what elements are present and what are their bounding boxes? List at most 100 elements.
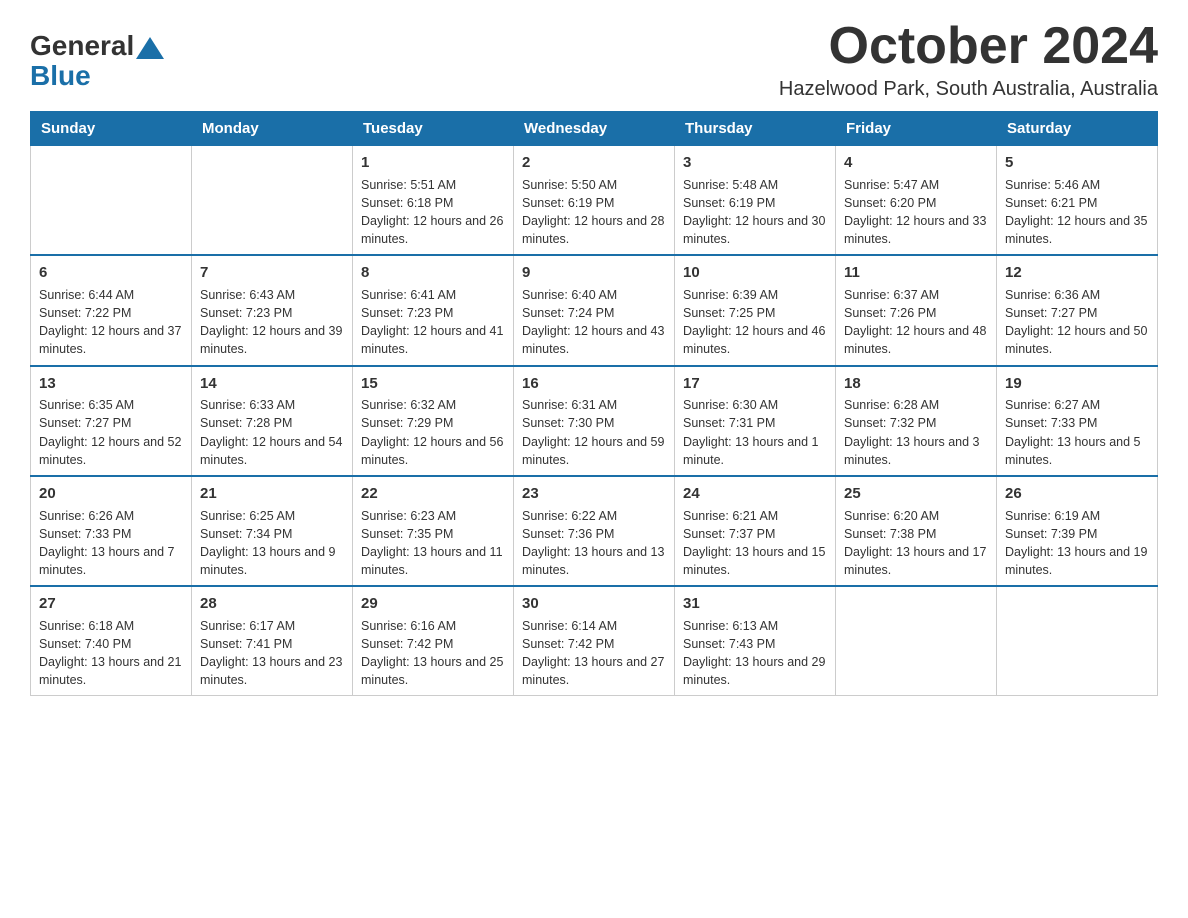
daylight-text: Daylight: 12 hours and 43 minutes. <box>522 324 664 356</box>
calendar-cell: 3Sunrise: 5:48 AMSunset: 6:19 PMDaylight… <box>675 146 836 256</box>
daylight-text: Daylight: 13 hours and 9 minutes. <box>200 545 336 577</box>
day-number: 23 <box>522 483 666 505</box>
sunset-text: Sunset: 7:33 PM <box>39 527 131 541</box>
calendar-cell: 10Sunrise: 6:39 AMSunset: 7:25 PMDayligh… <box>675 255 836 365</box>
day-number: 14 <box>200 373 344 395</box>
daylight-text: Daylight: 12 hours and 28 minutes. <box>522 214 664 246</box>
calendar-cell: 23Sunrise: 6:22 AMSunset: 7:36 PMDayligh… <box>514 476 675 586</box>
sunset-text: Sunset: 7:23 PM <box>361 306 453 320</box>
day-number: 15 <box>361 373 505 395</box>
sunset-text: Sunset: 7:23 PM <box>200 306 292 320</box>
daylight-text: Daylight: 13 hours and 21 minutes. <box>39 655 181 687</box>
day-number: 27 <box>39 593 183 615</box>
day-number: 16 <box>522 373 666 395</box>
calendar-cell: 8Sunrise: 6:41 AMSunset: 7:23 PMDaylight… <box>353 255 514 365</box>
calendar-cell <box>192 146 353 256</box>
daylight-text: Daylight: 12 hours and 41 minutes. <box>361 324 503 356</box>
sunrise-text: Sunrise: 6:23 AM <box>361 509 456 523</box>
sunrise-text: Sunrise: 6:18 AM <box>39 619 134 633</box>
calendar-cell: 30Sunrise: 6:14 AMSunset: 7:42 PMDayligh… <box>514 586 675 696</box>
calendar-week-row: 27 Sunrise: 6:18 AM Sunset: 7:40 PM Dayligh… <box>31 586 1158 696</box>
day-number: 7 <box>200 262 344 284</box>
day-number: 25 <box>844 483 988 505</box>
sunrise-text: Sunrise: 6:21 AM <box>683 509 778 523</box>
daylight-text: Daylight: 12 hours and 39 minutes. <box>200 324 342 356</box>
day-number: 19 <box>1005 373 1149 395</box>
sunrise-text: Sunrise: 5:48 AM <box>683 178 778 192</box>
calendar-cell: 18Sunrise: 6:28 AMSunset: 7:32 PMDayligh… <box>836 366 997 476</box>
day-number: 20 <box>39 483 183 505</box>
day-number: 26 <box>1005 483 1149 505</box>
calendar-cell: 26Sunrise: 6:19 AMSunset: 7:39 PMDayligh… <box>997 476 1158 586</box>
calendar-cell: 15Sunrise: 6:32 AMSunset: 7:29 PMDayligh… <box>353 366 514 476</box>
calendar-cell: 25Sunrise: 6:20 AMSunset: 7:38 PMDayligh… <box>836 476 997 586</box>
logo-general-text: General <box>30 30 134 62</box>
sunset-text: Sunset: 7:33 PM <box>1005 416 1097 430</box>
sunrise-text: Sunrise: 6:17 AM <box>200 619 295 633</box>
logo: General Blue <box>30 30 166 92</box>
calendar-cell: 27 Sunrise: 6:18 AM Sunset: 7:40 PM Dayligh… <box>31 586 192 696</box>
sunset-text: Sunset: 7:25 PM <box>683 306 775 320</box>
sunrise-text: Sunrise: 6:43 AM <box>200 288 295 302</box>
calendar-cell <box>997 586 1158 696</box>
calendar-cell: 16Sunrise: 6:31 AMSunset: 7:30 PMDayligh… <box>514 366 675 476</box>
calendar-cell: 17Sunrise: 6:30 AMSunset: 7:31 PMDayligh… <box>675 366 836 476</box>
daylight-text: Daylight: 13 hours and 7 minutes. <box>39 545 175 577</box>
calendar-cell: 21 Sunrise: 6:25 AM Sunset: 7:34 PM Dayligh… <box>192 476 353 586</box>
daylight-text: Daylight: 13 hours and 19 minutes. <box>1005 545 1147 577</box>
calendar-cell: 13Sunrise: 6:35 AMSunset: 7:27 PMDayligh… <box>31 366 192 476</box>
sunrise-text: Sunrise: 6:20 AM <box>844 509 939 523</box>
sunset-text: Sunset: 7:29 PM <box>361 416 453 430</box>
sunrise-text: Sunrise: 5:51 AM <box>361 178 456 192</box>
sunset-text: Sunset: 7:36 PM <box>522 527 614 541</box>
sunrise-text: Sunrise: 6:25 AM <box>200 509 295 523</box>
day-number: 5 <box>1005 152 1149 174</box>
calendar-cell: 9Sunrise: 6:40 AMSunset: 7:24 PMDaylight… <box>514 255 675 365</box>
calendar-week-row: 1Sunrise: 5:51 AMSunset: 6:18 PMDaylight… <box>31 146 1158 256</box>
daylight-text: Daylight: 12 hours and 48 minutes. <box>844 324 986 356</box>
sunset-text: Sunset: 6:19 PM <box>522 196 614 210</box>
sunset-text: Sunset: 6:19 PM <box>683 196 775 210</box>
sunrise-text: Sunrise: 5:46 AM <box>1005 178 1100 192</box>
calendar-cell: 28Sunrise: 6:17 AMSunset: 7:41 PMDayligh… <box>192 586 353 696</box>
header-day-monday: Monday <box>192 112 353 146</box>
calendar-cell: 22Sunrise: 6:23 AMSunset: 7:35 PMDayligh… <box>353 476 514 586</box>
daylight-text: Daylight: 13 hours and 11 minutes. <box>361 545 503 577</box>
sunset-text: Sunset: 7:27 PM <box>39 416 131 430</box>
sunset-text: Sunset: 7:32 PM <box>844 416 936 430</box>
sunset-text: Sunset: 7:31 PM <box>683 416 775 430</box>
sunrise-text: Sunrise: 6:16 AM <box>361 619 456 633</box>
day-number: 21 <box>200 483 344 505</box>
calendar-table: SundayMondayTuesdayWednesdayThursdayFrid… <box>30 111 1158 696</box>
day-number: 30 <box>522 593 666 615</box>
sunset-text: Sunset: 7:27 PM <box>1005 306 1097 320</box>
header-day-tuesday: Tuesday <box>353 112 514 146</box>
daylight-text: Daylight: 12 hours and 33 minutes. <box>844 214 986 246</box>
sunset-text: Sunset: 7:22 PM <box>39 306 131 320</box>
daylight-text: Daylight: 12 hours and 56 minutes. <box>361 435 503 467</box>
daylight-text: Daylight: 13 hours and 27 minutes. <box>522 655 664 687</box>
daylight-text: Daylight: 13 hours and 25 minutes. <box>361 655 503 687</box>
day-number: 28 <box>200 593 344 615</box>
header-day-saturday: Saturday <box>997 112 1158 146</box>
daylight-text: Daylight: 13 hours and 23 minutes. <box>200 655 342 687</box>
sunrise-text: Sunrise: 6:44 AM <box>39 288 134 302</box>
sunrise-text: Sunrise: 6:31 AM <box>522 398 617 412</box>
sunset-text: Sunset: 7:40 PM <box>39 637 131 651</box>
daylight-text: Daylight: 12 hours and 46 minutes. <box>683 324 825 356</box>
daylight-text: Daylight: 12 hours and 35 minutes. <box>1005 214 1147 246</box>
sunrise-text: Sunrise: 6:39 AM <box>683 288 778 302</box>
month-title: October 2024 <box>779 20 1158 72</box>
sunset-text: Sunset: 7:42 PM <box>522 637 614 651</box>
daylight-text: Daylight: 12 hours and 26 minutes. <box>361 214 503 246</box>
calendar-cell: 14Sunrise: 6:33 AMSunset: 7:28 PMDayligh… <box>192 366 353 476</box>
day-number: 24 <box>683 483 827 505</box>
calendar-cell: 2Sunrise: 5:50 AMSunset: 6:19 PMDaylight… <box>514 146 675 256</box>
sunset-text: Sunset: 7:34 PM <box>200 527 292 541</box>
sunrise-text: Sunrise: 6:40 AM <box>522 288 617 302</box>
logo-blue-text: Blue <box>30 60 91 92</box>
header-day-thursday: Thursday <box>675 112 836 146</box>
daylight-text: Daylight: 12 hours and 59 minutes. <box>522 435 664 467</box>
sunrise-text: Sunrise: 6:13 AM <box>683 619 778 633</box>
daylight-text: Daylight: 13 hours and 17 minutes. <box>844 545 986 577</box>
